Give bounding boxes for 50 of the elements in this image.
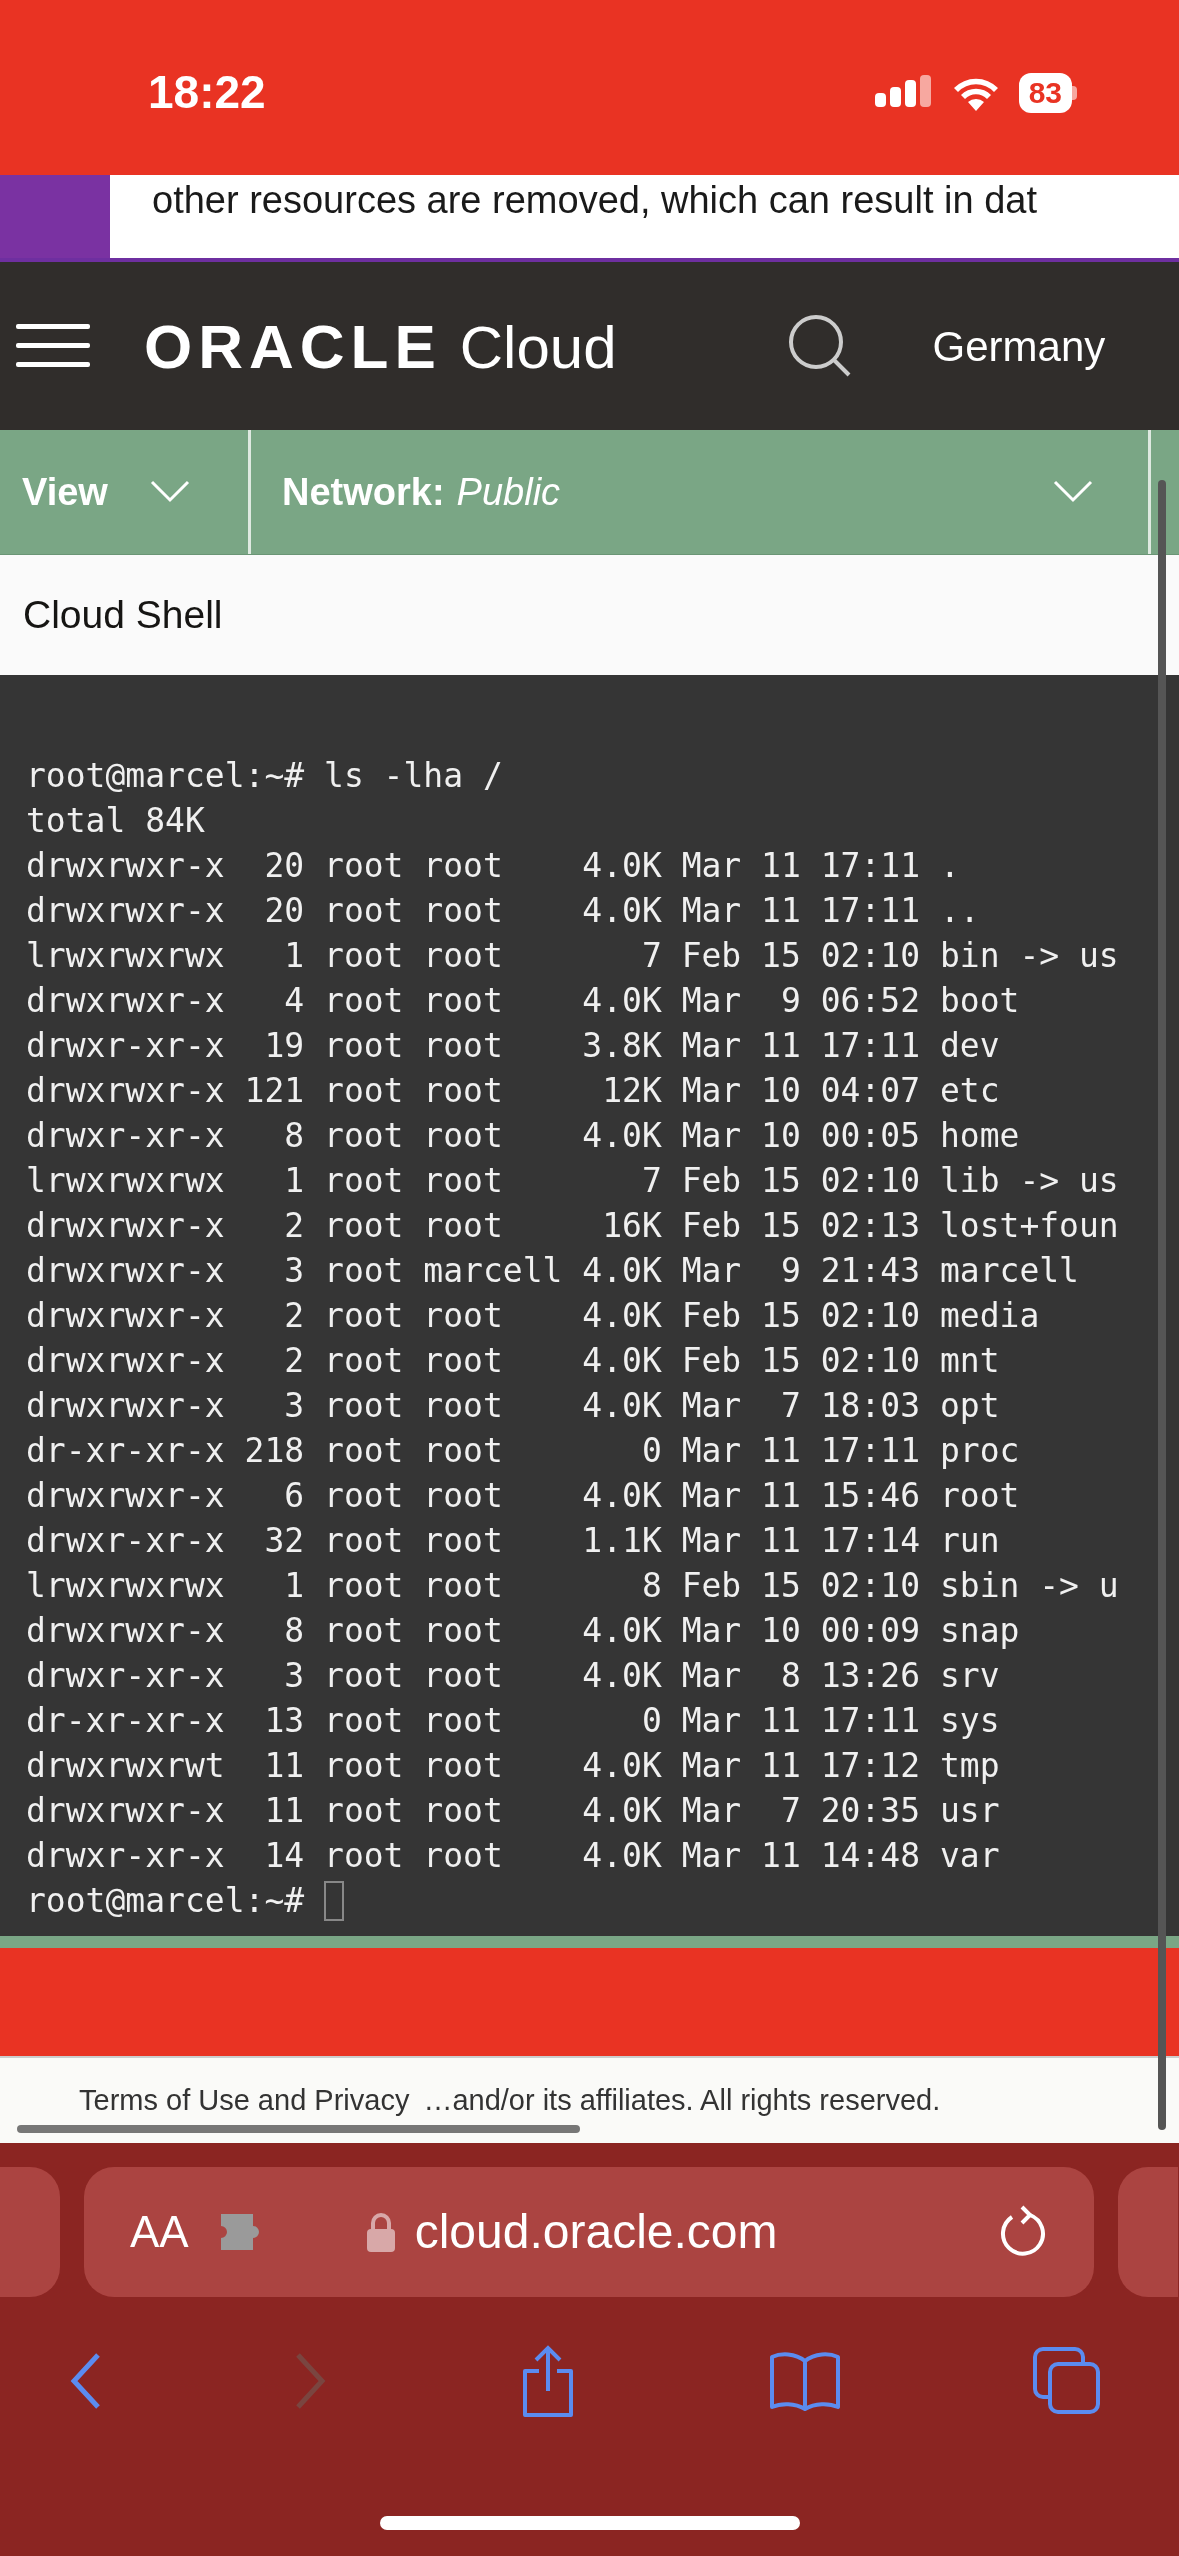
terminal-line: drwxrwxrwt 11 root root 4.0K Mar 11 17:12 tmp	[26, 1745, 1001, 1787]
terminal-line: drwxrwxr-x 3 root root 4.0K Mar 7 18:03 opt	[26, 1385, 1001, 1427]
terminal-line: drwxrwxr-x 2 root root 4.0K Feb 15 02:10 media	[26, 1295, 1041, 1337]
back-icon[interactable]	[70, 2353, 102, 2409]
reload-icon[interactable]	[1000, 2205, 1048, 2259]
url-text: cloud.oracle.com	[414, 2204, 778, 2260]
terminal-line: drwxr-xr-x 3 root root 4.0K Mar 8 13:26 srv	[26, 1655, 1001, 1697]
chevron-down-icon	[150, 480, 190, 504]
terminal-line: lrwxrwxrwx 1 root root 8 Feb 15 02:10 sbin -> u	[26, 1565, 1120, 1607]
status-time: 18:22	[148, 65, 266, 120]
tab-pill[interactable]	[0, 2167, 60, 2297]
terminal-line: drwxr-xr-x 14 root root 4.0K Mar 11 14:48 var	[26, 1835, 1001, 1877]
scrollbar[interactable]	[1158, 480, 1166, 2130]
terminal-line: drwxrwxr-x 2 root root 16K Feb 15 02:13 lost+foun	[26, 1205, 1120, 1247]
address-bar[interactable]: AA cloud.oracle.com	[84, 2167, 1094, 2297]
terminal-line: drwxr-xr-x 32 root root 1.1K Mar 11 17:14 run	[26, 1520, 1001, 1562]
terms-link[interactable]: Terms of Use and Privacy	[79, 2078, 410, 2123]
terminal-line: drwxrwxr-x 6 root root 4.0K Mar 11 15:46 root	[26, 1475, 1021, 1517]
panel-title: Cloud Shell	[23, 591, 223, 638]
terminal-line: drwxr-xr-x 19 root root 3.8K Mar 11 17:11 dev	[26, 1025, 1001, 1067]
terminal-line: drwxrwxr-x 8 root root 4.0K Mar 10 00:09 snap	[26, 1610, 1021, 1652]
terminal-line: drwxrwxr-x 121 root root 12K Mar 10 04:07 etc	[26, 1070, 1001, 1112]
tab-pill[interactable]	[1118, 2167, 1178, 2297]
logo[interactable]: ORACLE Cloud	[144, 299, 617, 393]
search-icon[interactable]	[786, 313, 853, 379]
terminal-line: drwxrwxr-x 11 root root 4.0K Mar 7 20:35 usr	[26, 1790, 1001, 1832]
terminal-line: dr-xr-xr-x 13 root root 0 Mar 11 17:11 sys	[26, 1700, 1001, 1742]
lock-icon	[366, 2212, 395, 2252]
bookmarks-icon[interactable]	[768, 2351, 841, 2411]
terminal-line: drwxrwxr-x 2 root root 4.0K Feb 15 02:10 mnt	[26, 1340, 1001, 1382]
chevron-down-icon	[1053, 480, 1093, 504]
terminal-line: drwxrwxr-x 20 root root 4.0K Mar 11 17:11 ..	[26, 890, 981, 932]
cursor	[324, 1880, 345, 1921]
terminal-line: lrwxrwxrwx 1 root root 7 Feb 15 02:10 bin -> us	[26, 935, 1120, 977]
menu-icon[interactable]	[16, 324, 90, 368]
terminal-line: drwxr-xr-x 8 root root 4.0K Mar 10 00:05 home	[26, 1115, 1021, 1157]
terminal-line: total 84K	[26, 800, 206, 842]
terminal-prompt: root@marcel:~#	[26, 1880, 305, 1922]
tabs-icon[interactable]	[1033, 2347, 1101, 2415]
warning-text: other resources are removed, which can result in dat	[151, 178, 1037, 223]
terminal-line: drwxrwxr-x 20 root root 4.0K Mar 11 17:11 .	[26, 845, 961, 887]
region-selector[interactable]: Germany	[932, 314, 1106, 378]
terminal-line: dr-xr-xr-x 218 root root 0 Mar 11 17:11 proc	[26, 1430, 1021, 1472]
terminal-line: lrwxrwxrwx 1 root root 7 Feb 15 02:10 lib -> us	[26, 1160, 1120, 1202]
text-size-button[interactable]: AA	[130, 2199, 189, 2265]
scrollbar[interactable]	[17, 2125, 580, 2133]
copyright-text: …and/or its affiliates. All rights reserved.	[423, 2082, 941, 2118]
terminal-line: drwxrwxr-x 3 root marcell 4.0K Mar 9 21:43 marcell	[26, 1250, 1080, 1292]
terminal-line: drwxrwxr-x 4 root root 4.0K Mar 9 06:52 boot	[26, 980, 1021, 1022]
terminal-line: root@marcel:~# ls -lha /	[26, 755, 504, 797]
